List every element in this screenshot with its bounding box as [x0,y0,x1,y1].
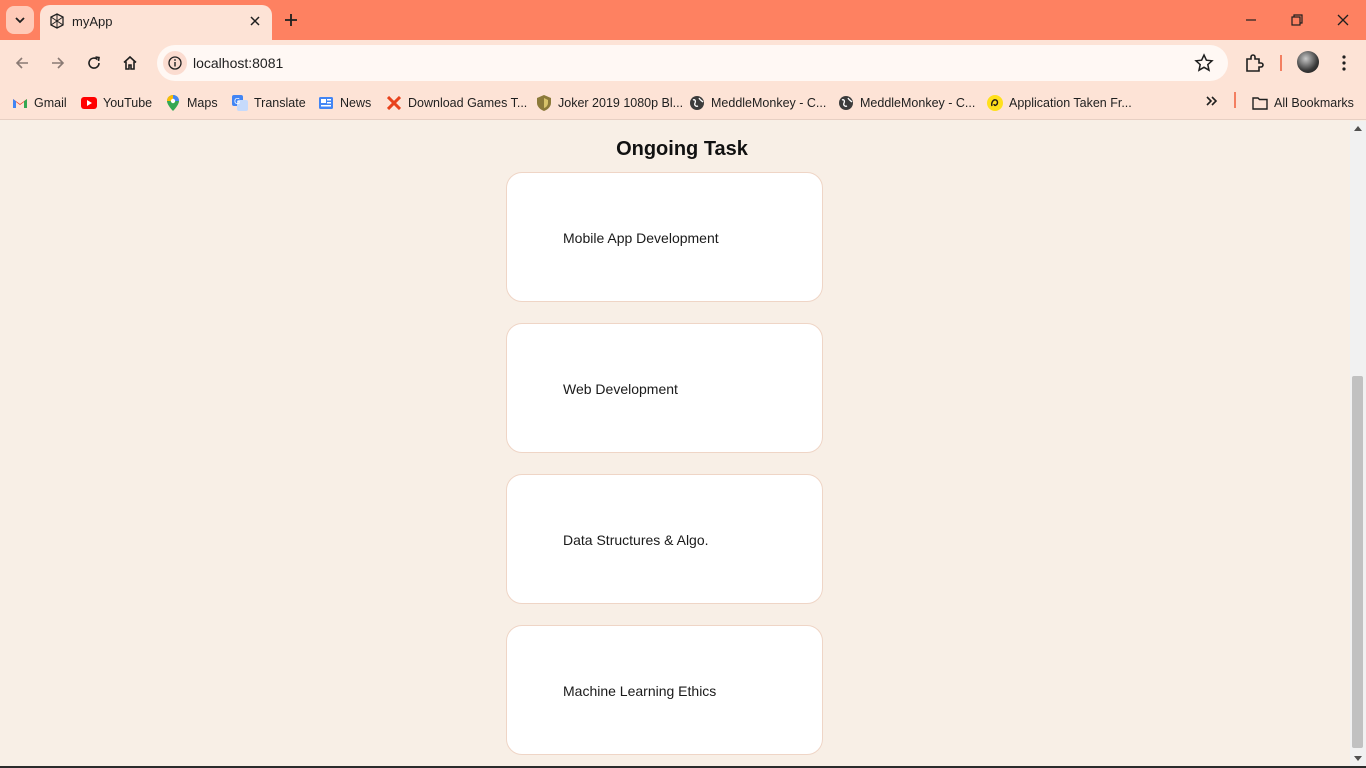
bookmark-maps[interactable]: Maps [165,92,218,114]
close-icon [1337,14,1349,26]
toolbar-divider [1280,55,1282,71]
tab-title: myApp [72,14,113,29]
minimize-icon [1246,19,1256,21]
bookmark-label: Translate [254,96,306,110]
bookmarks-divider [1234,92,1236,108]
bookmark-label: MeddleMonkey - C... [711,96,827,110]
task-label: Data Structures & Algo. [563,532,709,548]
bookmark-label: News [340,96,372,110]
gmail-icon [12,95,28,111]
all-bookmarks-button[interactable]: All Bookmarks [1252,92,1354,114]
extensions-icon[interactable] [1243,51,1267,75]
home-icon [123,55,137,70]
arrow-left-icon [15,57,28,69]
bookmark-label: Gmail [34,96,67,110]
back-button[interactable] [8,49,36,77]
task-card[interactable]: Mobile App Development [506,172,823,302]
forward-button[interactable] [44,49,72,77]
reload-button[interactable] [80,49,108,77]
x-icon [386,95,402,111]
shield-icon [536,95,552,111]
browser-menu-button[interactable] [1333,51,1355,75]
restore-icon [1291,14,1303,26]
task-label: Mobile App Development [563,230,719,246]
browser-toolbar: localhost:8081 [0,40,1366,86]
bookmark-label: YouTube [103,96,153,110]
more-vertical-icon [1342,55,1346,71]
bookmark-gmail[interactable]: Gmail [12,92,67,114]
tab-search-button[interactable] [6,6,34,34]
task-label: Web Development [563,381,678,397]
arrow-right-icon [52,57,65,69]
browser-title-bar: myApp [0,0,1366,40]
bookmark-label: Maps [187,96,218,110]
scrollbar-thumb[interactable] [1352,376,1363,748]
double-chevron-right-icon [1206,96,1218,106]
close-window-button[interactable] [1320,0,1366,40]
news-icon [318,95,334,111]
task-label: Machine Learning Ethics [563,683,717,699]
bookmark-news[interactable]: News [318,92,371,114]
bookmark-star-icon[interactable] [1194,53,1214,73]
profile-avatar[interactable] [1297,51,1319,73]
site-info-button[interactable] [163,51,187,75]
globe-icon [689,95,705,111]
reload-icon [88,56,100,69]
tab-close-button[interactable] [246,12,264,30]
translate-icon: G [232,95,248,111]
new-tab-button[interactable] [281,10,301,30]
scroll-down-arrow-icon[interactable] [1354,756,1362,761]
bookmark-youtube[interactable]: YouTube [81,92,152,114]
bookmark-application-taken[interactable]: Application Taken Fr... [987,92,1132,114]
bookmark-meddlemonkey-2[interactable]: MeddleMonkey - C... [838,92,975,114]
youtube-icon [81,95,97,111]
url-text[interactable]: localhost:8081 [193,55,283,71]
task-card[interactable]: Machine Learning Ethics [506,625,823,755]
bookmark-download-games[interactable]: Download Games T... [386,92,527,114]
active-tab[interactable]: myApp [40,5,272,40]
chevron-down-icon [15,17,25,24]
page-scrollbar[interactable] [1350,121,1366,766]
globe-icon [838,95,854,111]
plus-icon [285,14,297,26]
minimize-button[interactable] [1228,0,1274,40]
maps-icon [165,95,181,111]
address-bar[interactable]: localhost:8081 [157,45,1228,81]
page-content: Ongoing Task Mobile App Development Web … [0,121,1350,766]
info-icon [168,56,182,70]
bookmark-label: MeddleMonkey - C... [860,96,976,110]
folder-icon [1252,95,1268,111]
bookmark-meddlemonkey-1[interactable]: MeddleMonkey - C... [689,92,826,114]
svg-text:G: G [234,97,240,106]
close-icon [250,16,260,26]
bookmark-label: Joker 2019 1080p Bl... [558,96,684,110]
all-bookmarks-label: All Bookmarks [1274,96,1354,110]
task-card[interactable]: Web Development [506,323,823,453]
app-favicon-icon [50,13,64,29]
mailchimp-icon [987,95,1003,111]
scroll-up-arrow-icon[interactable] [1354,126,1362,131]
bookmark-translate[interactable]: G Translate [232,92,306,114]
page-title: Ongoing Task [616,138,748,160]
restore-button[interactable] [1274,0,1320,40]
home-button[interactable] [116,49,144,77]
bookmark-label: Download Games T... [408,96,528,110]
more-bookmarks-button[interactable] [1202,91,1222,111]
bookmark-joker[interactable]: Joker 2019 1080p Bl... [536,92,683,114]
task-card[interactable]: Data Structures & Algo. [506,474,823,604]
bookmark-label: Application Taken Fr... [1009,96,1132,110]
bookmarks-bar: Gmail YouTube Maps G Translate News Down… [0,86,1366,120]
